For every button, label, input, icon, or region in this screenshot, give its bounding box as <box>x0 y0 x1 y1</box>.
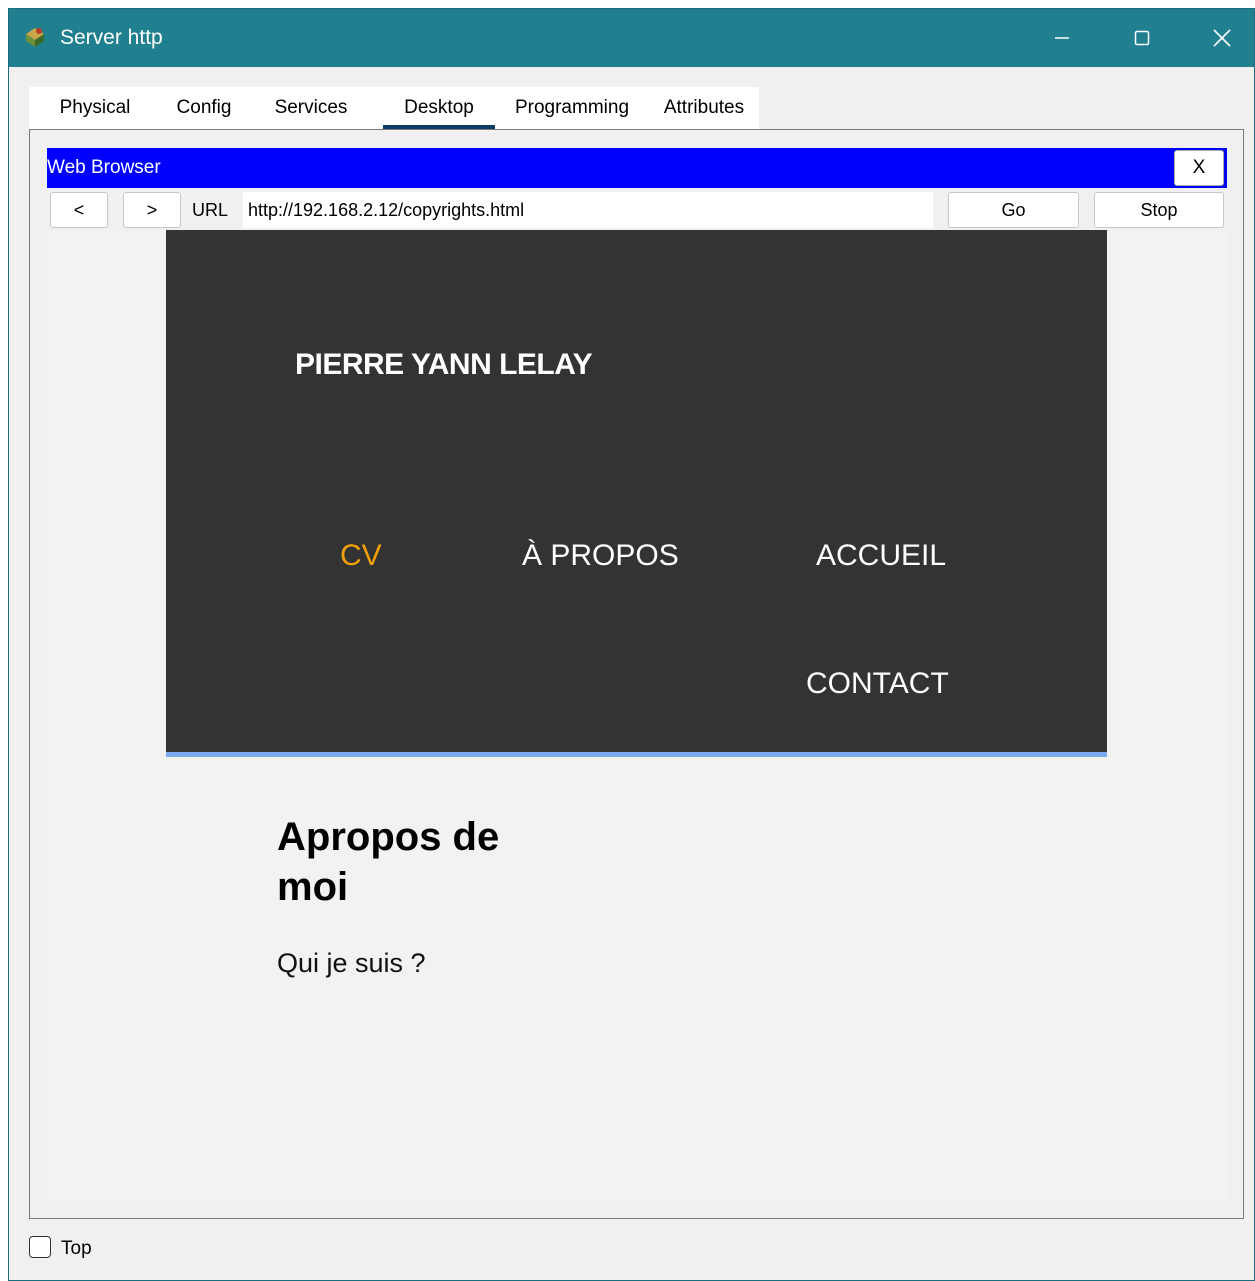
site-header: PIERRE YANN LELAY CV À PROPOS ACCUEIL CO… <box>166 230 1107 757</box>
minimize-button[interactable] <box>1022 9 1102 67</box>
about-title: Apropos de moi <box>277 815 500 909</box>
browser-close-button[interactable]: X <box>1174 150 1224 186</box>
url-input[interactable] <box>243 192 933 228</box>
tab-config[interactable]: Config <box>164 87 244 129</box>
stop-button[interactable]: Stop <box>1094 192 1224 228</box>
back-button[interactable]: < <box>50 192 108 228</box>
nav-link-a-propos[interactable]: À PROPOS <box>522 539 679 573</box>
forward-button[interactable]: > <box>123 192 181 228</box>
tab-desktop[interactable]: Desktop <box>383 87 495 129</box>
site-name: PIERRE YANN LELAY <box>295 348 593 381</box>
window-title: Server http <box>60 26 163 49</box>
nav-link-cv[interactable]: CV <box>340 539 382 573</box>
maximize-button[interactable] <box>1102 9 1182 67</box>
url-label: URL <box>192 200 229 220</box>
top-checkbox[interactable] <box>29 1236 51 1258</box>
close-button[interactable] <box>1182 9 1255 67</box>
maximize-icon <box>1134 30 1150 46</box>
top-checkbox-label[interactable]: Top <box>61 1238 92 1260</box>
about-subtitle: Qui je suis ? <box>277 948 426 978</box>
tab-physical[interactable]: Physical <box>43 87 147 129</box>
desktop-panel: Web Browser X < > URL Go Stop PIERRE YAN… <box>29 129 1244 1219</box>
web-page-view[interactable]: PIERRE YANN LELAY CV À PROPOS ACCUEIL CO… <box>47 230 1227 1200</box>
server-app-icon <box>23 25 47 49</box>
tab-attributes[interactable]: Attributes <box>649 87 759 129</box>
browser-title-bar: Web Browser X <box>47 148 1227 188</box>
tab-programming[interactable]: Programming <box>505 87 639 129</box>
server-window: Server http Physical Config Services Des… <box>8 8 1255 1281</box>
go-button[interactable]: Go <box>948 192 1079 228</box>
minimize-icon <box>1055 37 1069 39</box>
tab-bar: Physical Config Services Desktop Program… <box>29 87 759 129</box>
tab-services[interactable]: Services <box>261 87 361 129</box>
nav-link-accueil[interactable]: ACCUEIL <box>816 539 946 573</box>
browser-title: Web Browser <box>47 157 161 178</box>
nav-link-contact[interactable]: CONTACT <box>806 667 949 701</box>
close-icon <box>1213 29 1231 47</box>
title-bar[interactable]: Server http <box>9 9 1254 67</box>
